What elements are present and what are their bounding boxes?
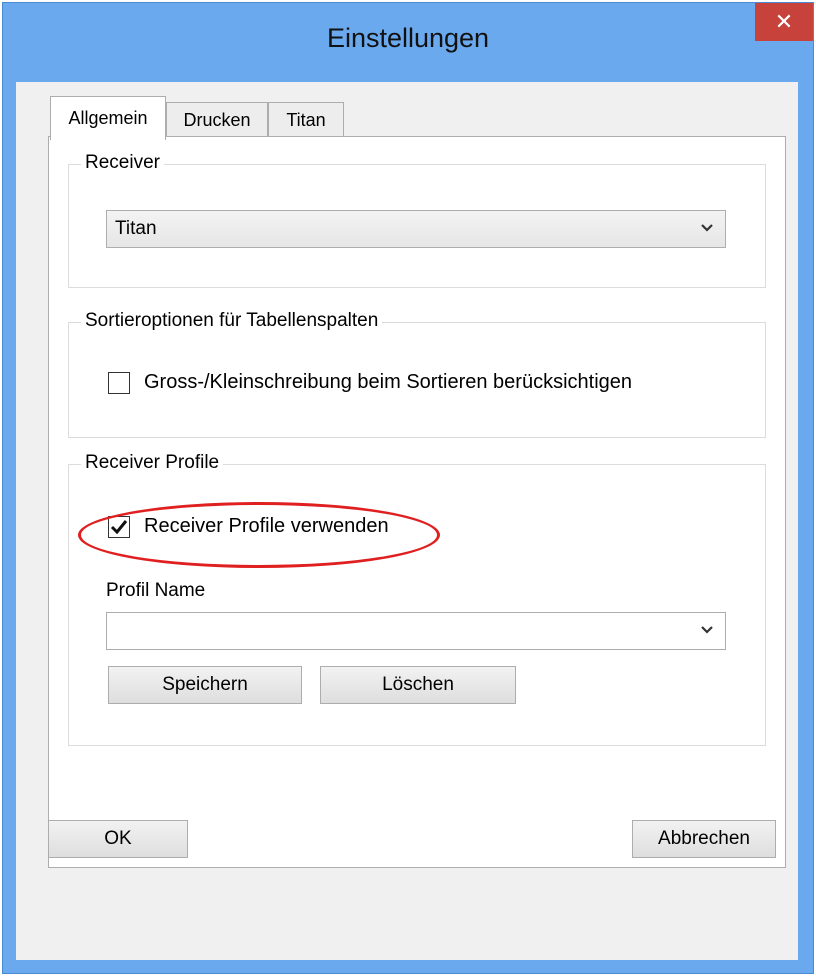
cancel-button[interactable]: Abbrechen (632, 820, 776, 858)
chevron-down-icon (701, 626, 713, 634)
tab-titan[interactable]: Titan (268, 102, 344, 138)
title-bar[interactable]: Einstellungen ✕ (3, 3, 813, 83)
ok-button[interactable]: OK (48, 820, 188, 858)
receiver-group-label: Receiver (81, 152, 164, 174)
profile-name-combobox[interactable] (106, 612, 726, 650)
receiver-select-value: Titan (115, 218, 157, 239)
close-icon: ✕ (774, 9, 794, 34)
sort-options-group-label: Sortieroptionen für Tabellenspalten (81, 310, 383, 332)
save-button[interactable]: Speichern (108, 666, 302, 704)
delete-button-label: Löschen (382, 674, 454, 695)
chevron-down-icon (701, 224, 713, 232)
case-sensitive-checkbox[interactable] (108, 372, 130, 394)
receiver-select[interactable]: Titan (106, 210, 726, 248)
case-sensitive-label[interactable]: Gross-/Kleinschreibung beim Sortieren be… (144, 371, 632, 394)
tab-allgemein-label: Allgemein (68, 108, 148, 128)
cancel-button-label: Abbrechen (658, 828, 750, 849)
tab-allgemein[interactable]: Allgemein (50, 96, 166, 140)
window-title: Einstellungen (326, 23, 490, 53)
tab-drucken[interactable]: Drucken (166, 102, 268, 138)
ok-button-label: OK (104, 828, 132, 849)
delete-button[interactable]: Löschen (320, 666, 516, 704)
tab-titan-label: Titan (286, 110, 326, 130)
profile-name-label: Profil Name (106, 580, 206, 601)
close-button[interactable]: ✕ (755, 3, 813, 41)
highlight-ellipse (78, 502, 440, 568)
tab-drucken-label: Drucken (183, 110, 251, 130)
receiver-profile-group-label: Receiver Profile (81, 452, 224, 474)
save-button-label: Speichern (162, 674, 248, 695)
